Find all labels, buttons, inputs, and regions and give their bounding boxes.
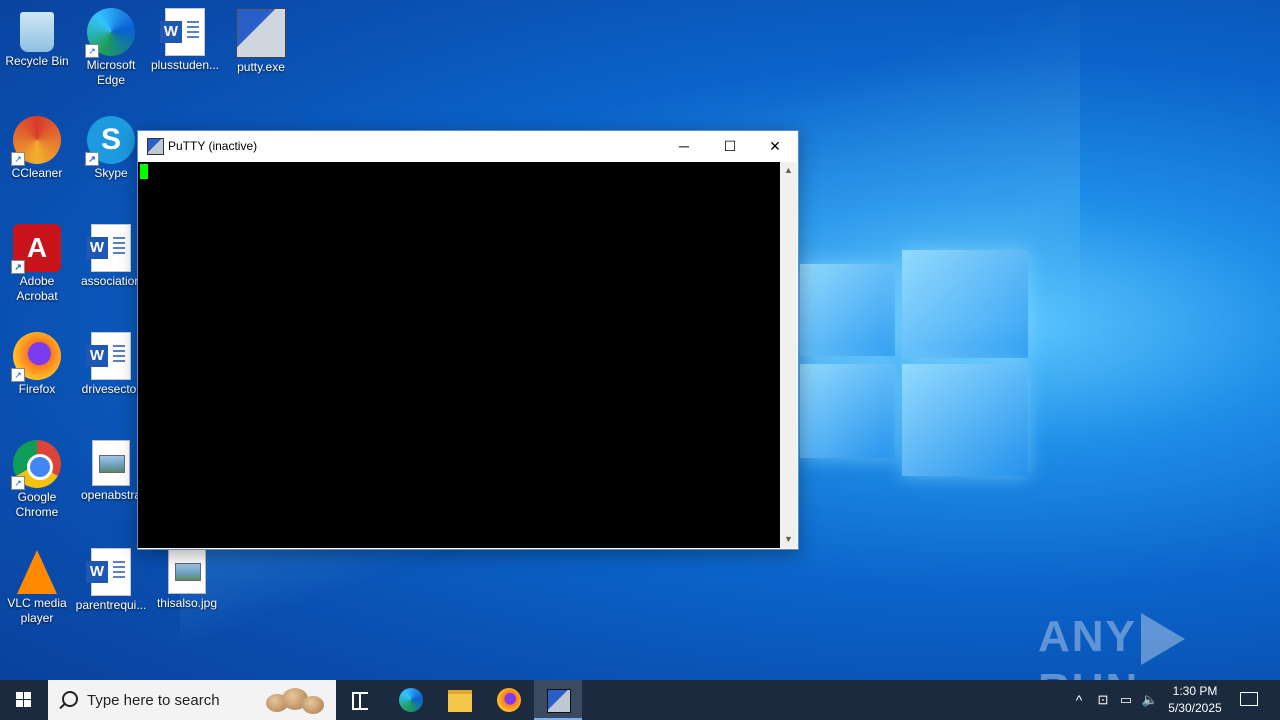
desktop-icon-google-chrome[interactable]: ↗ Google Chrome bbox=[0, 434, 74, 520]
maximize-button[interactable]: ☐ bbox=[707, 131, 753, 161]
word-document-icon: W bbox=[160, 8, 205, 56]
desktop-icon-label: plusstuden... bbox=[150, 58, 220, 72]
desktop-icon-putty-exe[interactable]: putty.exe bbox=[224, 2, 298, 75]
search-icon bbox=[62, 691, 78, 707]
taskbar-file-explorer[interactable] bbox=[436, 680, 484, 720]
scroll-up-icon[interactable]: ▲ bbox=[780, 162, 797, 179]
putty-icon bbox=[236, 8, 286, 58]
wallpaper-windows-logo bbox=[790, 240, 1030, 480]
clock-time: 1:30 PM bbox=[1172, 684, 1218, 698]
folder-icon bbox=[448, 690, 472, 712]
minimize-button[interactable]: ─ bbox=[661, 131, 707, 161]
scroll-down-icon[interactable]: ▼ bbox=[780, 531, 797, 548]
play-icon bbox=[1140, 613, 1185, 666]
windows-logo-icon bbox=[16, 692, 23, 699]
taskbar: Type here to search ^ ⊡ ▭ 🔈 1:30 PM 5/30… bbox=[0, 680, 1280, 720]
skype-icon: S ↗ bbox=[85, 116, 135, 166]
image-file-icon bbox=[92, 440, 130, 486]
desktop-icon-vlc[interactable]: VLC media player bbox=[0, 542, 74, 626]
vertical-scrollbar[interactable]: ▲ ▼ bbox=[780, 162, 797, 548]
notification-button[interactable] bbox=[1228, 680, 1268, 720]
desktop-icon-ccleaner[interactable]: ↗ CCleaner bbox=[0, 110, 74, 181]
network-icon[interactable]: ▭ bbox=[1116, 680, 1136, 720]
desktop-icon-firefox[interactable]: ↗ Firefox bbox=[0, 326, 74, 397]
chrome-icon: ↗ bbox=[11, 440, 61, 490]
taskbar-edge[interactable] bbox=[387, 680, 435, 720]
desktop-icon-label: CCleaner bbox=[11, 166, 63, 180]
desktop-icon-recycle-bin[interactable]: Recycle Bin bbox=[0, 2, 74, 69]
desktop-icon-label: thisalso.jpg bbox=[156, 596, 218, 610]
desktop-icon-plusstuden[interactable]: W plusstuden... bbox=[148, 2, 222, 73]
clock[interactable]: 1:30 PM 5/30/2025 bbox=[1160, 683, 1230, 717]
taskbar-firefox[interactable] bbox=[485, 680, 533, 720]
clock-date: 5/30/2025 bbox=[1168, 701, 1222, 715]
search-box[interactable]: Type here to search bbox=[48, 680, 336, 720]
tray-chevron-icon[interactable]: ^ bbox=[1068, 680, 1090, 720]
search-highlight-potatoes-icon bbox=[264, 684, 330, 716]
desktop-icon-thisalso-jpg[interactable]: thisalso.jpg bbox=[150, 542, 224, 611]
putty-window[interactable]: PuTTY (inactive) ─ ☐ ✕ ▲ ▼ bbox=[137, 130, 799, 550]
watermark-left-text: ANY bbox=[1038, 612, 1137, 661]
desktop-icon-label: parentrequi... bbox=[75, 598, 147, 612]
taskbar-putty[interactable] bbox=[534, 680, 582, 720]
volume-icon[interactable]: 🔈 bbox=[1140, 680, 1160, 720]
desktop-icon-label: Microsoft Edge bbox=[86, 58, 136, 87]
desktop-icon-label: VLC media player bbox=[7, 596, 67, 625]
vlc-cone-icon bbox=[17, 550, 57, 594]
ccleaner-icon: ↗ bbox=[11, 116, 61, 166]
image-file-icon bbox=[168, 548, 206, 594]
recycle-bin-icon bbox=[20, 12, 54, 52]
terminal-area[interactable] bbox=[138, 162, 780, 548]
desktop-icon-label: Adobe Acrobat bbox=[16, 274, 58, 303]
firefox-icon: ↗ bbox=[11, 332, 61, 382]
edge-icon: ↗ bbox=[85, 8, 135, 58]
notification-icon bbox=[1240, 692, 1258, 706]
desktop-icon-microsoft-edge[interactable]: ↗ Microsoft Edge bbox=[74, 2, 148, 88]
desktop-icon-adobe-acrobat[interactable]: A ↗ Adobe Acrobat bbox=[0, 218, 74, 304]
firefox-icon bbox=[497, 688, 521, 712]
word-document-icon: W bbox=[86, 332, 131, 380]
meet-now-icon[interactable]: ⊡ bbox=[1094, 680, 1112, 720]
desktop-icon-label: putty.exe bbox=[237, 60, 285, 74]
putty-icon bbox=[147, 138, 164, 155]
putty-icon bbox=[547, 689, 571, 713]
desktop-icon-label: Recycle Bin bbox=[5, 54, 69, 68]
desktop-icon-label: Google Chrome bbox=[15, 490, 59, 519]
word-document-icon: W bbox=[86, 548, 131, 596]
start-button[interactable] bbox=[0, 680, 48, 720]
desktop-icon-label: Firefox bbox=[18, 382, 56, 396]
task-view-icon bbox=[352, 692, 368, 710]
search-placeholder: Type here to search bbox=[87, 692, 220, 709]
window-title: PuTTY (inactive) bbox=[168, 139, 258, 153]
acrobat-icon: A ↗ bbox=[11, 224, 61, 274]
title-bar[interactable]: PuTTY (inactive) ─ ☐ ✕ bbox=[138, 131, 798, 161]
word-document-icon: W bbox=[86, 224, 131, 272]
edge-icon bbox=[399, 688, 423, 712]
close-button[interactable]: ✕ bbox=[752, 131, 798, 161]
desktop-icon-parentrequi[interactable]: W parentrequi... bbox=[74, 542, 148, 613]
terminal-cursor bbox=[140, 164, 148, 179]
task-view-button[interactable] bbox=[336, 680, 384, 720]
